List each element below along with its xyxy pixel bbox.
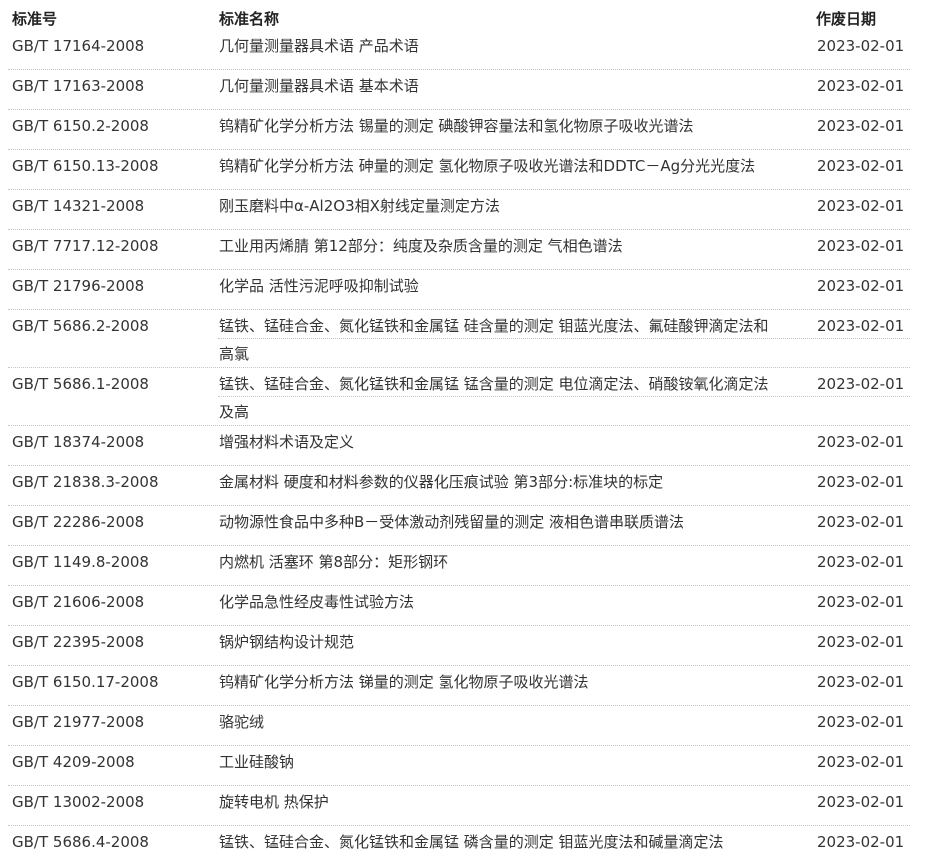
standard-number-link[interactable]: GB/T 21977-2008: [12, 712, 144, 732]
table-row: GB/T 14321-2008 刚玉磨料中α-Al2O3相X射线定量测定方法 2…: [8, 190, 910, 230]
table-row: GB/T 18374-2008 增强材料术语及定义 2023-02-01: [8, 426, 910, 466]
table-row: GB/T 17164-2008 几何量测量器具术语 产品术语 2023-02-0…: [8, 30, 910, 70]
abolish-date: 2023-02-01: [817, 197, 905, 215]
abolish-date: 2023-02-01: [817, 473, 905, 491]
abolish-date: 2023-02-01: [817, 433, 905, 451]
abolish-date: 2023-02-01: [817, 553, 905, 571]
standard-number-link[interactable]: GB/T 22395-2008: [12, 632, 144, 652]
standard-name-link[interactable]: 锅炉钢结构设计规范: [219, 632, 814, 652]
table-row: GB/T 17163-2008 几何量测量器具术语 基本术语 2023-02-0…: [8, 70, 910, 110]
standard-name-link[interactable]: 钨精矿化学分析方法 砷量的测定 氢化物原子吸收光谱法和DDTC－Ag分光光度法: [219, 156, 814, 176]
standard-number-link[interactable]: GB/T 5686.4-2008: [12, 832, 149, 852]
abolish-date: 2023-02-01: [817, 117, 905, 135]
table-row: GB/T 6150.2-2008 钨精矿化学分析方法 锡量的测定 碘酸钾容量法和…: [8, 110, 910, 150]
standard-name-link[interactable]: 刚玉磨料中α-Al2O3相X射线定量测定方法: [219, 196, 814, 216]
table-row: GB/T 5686.4-2008 锰铁、锰硅合金、氮化锰铁和金属锰 磷含量的测定…: [8, 826, 910, 861]
abolish-date: 2023-02-01: [817, 513, 905, 531]
abolish-date: 2023-02-01: [817, 833, 905, 851]
standard-number-link[interactable]: GB/T 13002-2008: [12, 792, 144, 812]
standard-number-link[interactable]: GB/T 5686.1-2008: [12, 374, 149, 394]
table-row: GB/T 21796-2008 化学品 活性污泥呼吸抑制试验 2023-02-0…: [8, 270, 910, 310]
standard-number-link[interactable]: GB/T 5686.2-2008: [12, 316, 149, 336]
standard-name-link[interactable]: 内燃机 活塞环 第8部分：矩形钢环: [219, 552, 814, 572]
standard-name-link[interactable]: 骆驼绒: [219, 712, 814, 732]
standard-name-continuation[interactable]: 高氯: [219, 344, 249, 364]
header-standard-name: 标准名称: [219, 10, 280, 28]
standard-name-link[interactable]: 钨精矿化学分析方法 锑量的测定 氢化物原子吸收光谱法: [219, 672, 814, 692]
table-row: GB/T 6150.17-2008 钨精矿化学分析方法 锑量的测定 氢化物原子吸…: [8, 666, 910, 706]
standard-number-link[interactable]: GB/T 14321-2008: [12, 196, 144, 216]
table-row: GB/T 7717.12-2008 工业用丙烯腈 第12部分：纯度及杂质含量的测…: [8, 230, 910, 270]
standard-name-link[interactable]: 化学品 活性污泥呼吸抑制试验: [219, 276, 814, 296]
standard-name-continuation[interactable]: 及高: [219, 402, 249, 422]
table-row: GB/T 13002-2008 旋转电机 热保护 2023-02-01: [8, 786, 910, 826]
table-header: 标准号 标准名称 作废日期: [0, 0, 944, 30]
standard-name-link[interactable]: 化学品急性经皮毒性试验方法: [219, 592, 814, 612]
standard-name-link[interactable]: 几何量测量器具术语 基本术语: [219, 76, 814, 96]
abolish-date: 2023-02-01: [817, 237, 905, 255]
standard-number-link[interactable]: GB/T 21606-2008: [12, 592, 144, 612]
standard-number-link[interactable]: GB/T 17164-2008: [12, 36, 144, 56]
standard-number-link[interactable]: GB/T 22286-2008: [12, 512, 144, 532]
standard-number-link[interactable]: GB/T 6150.17-2008: [12, 672, 159, 692]
standard-number-link[interactable]: GB/T 17163-2008: [12, 76, 144, 96]
abolish-date: 2023-02-01: [817, 593, 905, 611]
table-row: GB/T 21838.3-2008 金属材料 硬度和材料参数的仪器化压痕试验 第…: [8, 466, 910, 506]
standard-name-link[interactable]: 钨精矿化学分析方法 锡量的测定 碘酸钾容量法和氢化物原子吸收光谱法: [219, 116, 814, 136]
row-divider: [218, 338, 910, 339]
abolish-date: 2023-02-01: [817, 713, 905, 731]
abolish-date: 2023-02-01: [817, 77, 905, 95]
standard-name-link[interactable]: 工业硅酸钠: [219, 752, 814, 772]
standard-name-link[interactable]: 锰铁、锰硅合金、氮化锰铁和金属锰 锰含量的测定 电位滴定法、硝酸铵氧化滴定法: [219, 374, 814, 394]
table-row: GB/T 1149.8-2008 内燃机 活塞环 第8部分：矩形钢环 2023-…: [8, 546, 910, 586]
abolish-date: 2023-02-01: [817, 37, 905, 55]
table-row: GB/T 21606-2008 化学品急性经皮毒性试验方法 2023-02-01: [8, 586, 910, 626]
standards-table: 标准号 标准名称 作废日期 GB/T 17164-2008 几何量测量器具术语 …: [0, 0, 944, 861]
abolish-date: 2023-02-01: [817, 673, 905, 691]
standard-name-link[interactable]: 工业用丙烯腈 第12部分：纯度及杂质含量的测定 气相色谱法: [219, 236, 814, 256]
standard-number-link[interactable]: GB/T 1149.8-2008: [12, 552, 149, 572]
table-row: GB/T 5686.2-2008 锰铁、锰硅合金、氮化锰铁和金属锰 硅含量的测定…: [8, 310, 910, 368]
abolish-date: 2023-02-01: [817, 793, 905, 811]
standard-name-link[interactable]: 锰铁、锰硅合金、氮化锰铁和金属锰 磷含量的测定 钼蓝光度法和碱量滴定法: [219, 832, 814, 852]
standard-name-link[interactable]: 增强材料术语及定义: [219, 432, 814, 452]
table-row: GB/T 22395-2008 锅炉钢结构设计规范 2023-02-01: [8, 626, 910, 666]
standard-number-link[interactable]: GB/T 21838.3-2008: [12, 472, 159, 492]
table-row: GB/T 4209-2008 工业硅酸钠 2023-02-01: [8, 746, 910, 786]
standard-number-link[interactable]: GB/T 4209-2008: [12, 752, 135, 772]
standard-name-link[interactable]: 几何量测量器具术语 产品术语: [219, 36, 814, 56]
header-standard-number: 标准号: [12, 10, 58, 28]
abolish-date: 2023-02-01: [817, 633, 905, 651]
table-row: GB/T 22286-2008 动物源性食品中多种B－受体激动剂残留量的测定 液…: [8, 506, 910, 546]
table-row: GB/T 21977-2008 骆驼绒 2023-02-01: [8, 706, 910, 746]
row-divider: [218, 396, 910, 397]
table-row: GB/T 5686.1-2008 锰铁、锰硅合金、氮化锰铁和金属锰 锰含量的测定…: [8, 368, 910, 426]
standard-name-link[interactable]: 金属材料 硬度和材料参数的仪器化压痕试验 第3部分:标准块的标定: [219, 472, 814, 492]
abolish-date: 2023-02-01: [817, 375, 905, 393]
standard-number-link[interactable]: GB/T 6150.13-2008: [12, 156, 159, 176]
header-abolish-date: 作废日期: [816, 10, 877, 28]
abolish-date: 2023-02-01: [817, 157, 905, 175]
table-row: GB/T 6150.13-2008 钨精矿化学分析方法 砷量的测定 氢化物原子吸…: [8, 150, 910, 190]
abolish-date: 2023-02-01: [817, 317, 905, 335]
abolish-date: 2023-02-01: [817, 753, 905, 771]
standard-number-link[interactable]: GB/T 18374-2008: [12, 432, 144, 452]
standard-number-link[interactable]: GB/T 6150.2-2008: [12, 116, 149, 136]
standard-name-link[interactable]: 动物源性食品中多种B－受体激动剂残留量的测定 液相色谱串联质谱法: [219, 512, 814, 532]
standard-name-link[interactable]: 旋转电机 热保护: [219, 792, 814, 812]
standard-number-link[interactable]: GB/T 21796-2008: [12, 276, 144, 296]
abolish-date: 2023-02-01: [817, 277, 905, 295]
standard-number-link[interactable]: GB/T 7717.12-2008: [12, 236, 159, 256]
standard-name-link[interactable]: 锰铁、锰硅合金、氮化锰铁和金属锰 硅含量的测定 钼蓝光度法、氟硅酸钾滴定法和: [219, 316, 814, 336]
